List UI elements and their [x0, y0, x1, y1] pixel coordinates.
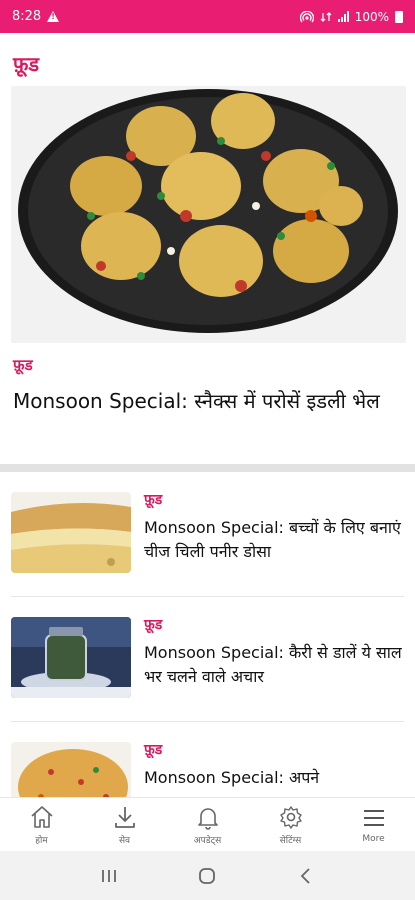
system-nav	[0, 851, 415, 900]
battery-icon	[395, 10, 403, 23]
article-thumbnail[interactable]	[11, 492, 131, 573]
status-time: 8:28	[12, 9, 42, 24]
recents-icon[interactable]	[98, 865, 120, 887]
article-category[interactable]: फ़ूड	[144, 490, 162, 509]
home-circle-icon[interactable]	[196, 865, 218, 887]
signal-icon	[337, 11, 349, 22]
nav-save[interactable]: सेव	[83, 798, 166, 851]
section-divider	[0, 464, 415, 472]
list-item[interactable]: फ़ूड Monsoon Special: अपने	[0, 722, 415, 797]
warning-icon	[47, 11, 60, 22]
hero-title[interactable]: Monsoon Special: स्नैक्स में परोसें इडली…	[13, 385, 405, 417]
home-icon	[30, 805, 53, 828]
article-title[interactable]: Monsoon Special: बच्चों के लिए बनाएं चीज…	[144, 516, 402, 564]
page-title: फ़ूड	[13, 52, 40, 76]
feed[interactable]: फ़ूड फ़ूड Monsoon Special: स्नैक्स में प…	[0, 33, 415, 797]
download-icon	[114, 806, 135, 828]
list-item[interactable]: फ़ूड Monsoon Special: कैरी से डालें ये स…	[0, 597, 415, 722]
status-bar: 8:28 100%	[0, 0, 415, 33]
bell-icon	[197, 807, 218, 830]
article-title[interactable]: Monsoon Special: अपने	[144, 766, 402, 790]
hotspot-icon	[299, 10, 314, 22]
data-icon	[320, 11, 332, 22]
nav-label: होम	[35, 835, 48, 846]
article-category[interactable]: फ़ूड	[144, 740, 162, 759]
article-title[interactable]: Monsoon Special: कैरी से डालें ये साल भर…	[144, 641, 402, 689]
nav-home[interactable]: होम	[0, 798, 83, 851]
list-item[interactable]: फ़ूड Monsoon Special: बच्चों के लिए बनाए…	[0, 472, 415, 597]
article-category[interactable]: फ़ूड	[144, 615, 162, 634]
back-icon[interactable]	[295, 865, 317, 887]
nav-label: More	[362, 834, 385, 844]
nav-label: अपडेट्स	[193, 835, 222, 846]
gear-icon	[279, 805, 302, 829]
hero-image[interactable]	[11, 86, 406, 343]
menu-icon	[363, 810, 384, 826]
article-thumbnail[interactable]	[11, 617, 131, 698]
hero-category[interactable]: फ़ूड	[13, 355, 33, 375]
nav-more[interactable]: More	[332, 798, 415, 851]
nav-label: सेटिंग्स	[279, 835, 302, 846]
nav-settings[interactable]: सेटिंग्स	[249, 798, 332, 851]
article-thumbnail[interactable]	[11, 742, 131, 797]
battery-text: 100%	[354, 9, 389, 24]
bottom-nav: होम सेव अपडेट्स सेटिंग्स More	[0, 797, 415, 851]
nav-updates[interactable]: अपडेट्स	[166, 798, 249, 851]
nav-label: सेव	[118, 835, 131, 846]
